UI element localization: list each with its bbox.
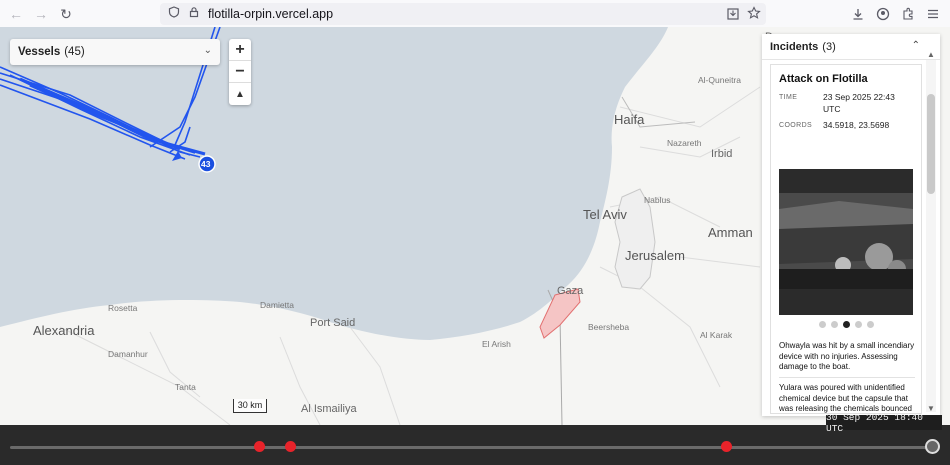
incident-card[interactable]: Attack on Flotilla TIME 23 Sep 2025 22:4… [770, 64, 922, 416]
map-label-irbid: Irbid [711, 148, 733, 160]
incident-description-1: Ohwayla was hit by a small incendiary de… [779, 341, 915, 371]
zoom-out-button[interactable]: − [229, 61, 251, 83]
back-icon[interactable]: ← [4, 2, 28, 26]
vessels-count: (45) [64, 46, 85, 58]
map-label-beersheba: Beersheba [588, 322, 630, 332]
zoom-controls: + − ▲ [229, 39, 251, 105]
vessels-title: Vessels [18, 46, 61, 58]
map-label-gaza: Gaza [557, 285, 584, 297]
map-label-al-karak: Al Karak [700, 330, 733, 340]
bookmark-star-icon[interactable] [747, 6, 761, 25]
incidents-panel: Incidents (3) ⌃ Attack on Flotilla TIME … [762, 34, 940, 416]
incident-marker[interactable] [285, 441, 296, 452]
carousel-dot-2[interactable] [830, 321, 838, 328]
incidents-title: Incidents [770, 40, 819, 53]
cluster-count[interactable]: 43 [201, 159, 210, 169]
map-label-rosetta: Rosetta [108, 303, 138, 313]
incident-marker[interactable] [254, 441, 265, 452]
map-label-damietta: Damietta [260, 300, 295, 310]
scroll-up-icon[interactable]: ▲ [926, 50, 936, 59]
map-label-el-arish: El Arish [482, 339, 511, 349]
incident-title: Attack on Flotilla [779, 73, 868, 85]
incident-photo[interactable] [779, 169, 913, 315]
map-label-damanhur: Damanhur [108, 349, 148, 359]
time-label: TIME [779, 94, 798, 101]
shield-icon[interactable] [168, 5, 180, 23]
map-label-al-quneitra: Al-Quneitra [698, 75, 741, 85]
vessels-dropdown[interactable]: Vessels (45) ⌄ [10, 39, 220, 65]
carousel-dot-1[interactable] [818, 321, 826, 328]
map-label-amman: Amman [708, 225, 753, 240]
chevron-up-icon[interactable]: ⌃ [912, 40, 920, 51]
forward-icon[interactable]: → [29, 2, 53, 26]
map-label-alexandria: Alexandria [33, 323, 95, 338]
map-label-nazareth: Nazareth [667, 138, 702, 148]
map-label-al-ismailiya: Al Ismailiya [301, 403, 357, 415]
coords-value: 34.5918, 23.5698 [823, 120, 890, 130]
map-label-nablus: Nablus [644, 195, 671, 205]
url-bar[interactable]: flotilla-orpin.vercel.app [160, 3, 766, 25]
reader-view-icon[interactable] [726, 7, 740, 26]
timeline-track[interactable] [10, 446, 928, 449]
time-value: 23 Sep 2025 22:43 UTC [823, 92, 895, 114]
lock-icon[interactable] [188, 5, 200, 23]
chevron-down-icon[interactable]: ⌄ [204, 45, 212, 56]
incidents-count: (3) [822, 40, 836, 53]
url-text[interactable]: flotilla-orpin.vercel.app [208, 7, 333, 21]
carousel-dot-5[interactable] [866, 321, 874, 328]
scrollbar-thumb[interactable] [927, 94, 935, 194]
incident-coords-row: COORDS 34.5918, 23.5698 [779, 119, 913, 132]
photo-carousel-dots [779, 321, 913, 328]
timeline-current-time: 30 Sep 2025 18:40 UTC [826, 412, 942, 434]
menu-icon[interactable] [922, 3, 944, 25]
download-icon[interactable] [847, 3, 869, 25]
account-icon[interactable] [872, 3, 894, 25]
coords-label: COORDS [779, 122, 813, 129]
zoom-in-button[interactable]: + [229, 39, 251, 61]
map-label-tanta: Tanta [175, 382, 196, 392]
reload-icon[interactable]: ↻ [54, 2, 78, 26]
description-divider [779, 377, 915, 378]
incident-time-row: TIME 23 Sep 2025 22:43 UTC [779, 91, 913, 115]
map-label-port-said: Port Said [310, 317, 356, 329]
incident-marker[interactable] [721, 441, 732, 452]
incidents-header[interactable]: Incidents (3) ⌃ [762, 34, 940, 60]
carousel-dot-3[interactable] [842, 321, 850, 328]
map-label-jerusalem: Jerusalem [625, 248, 685, 263]
browser-toolbar: ← → ↻ flotilla-orpin.vercel.app [0, 0, 950, 27]
timeline-handle[interactable] [925, 439, 940, 454]
map-label-tel-aviv: Tel Aviv [583, 207, 627, 222]
timeline-bar [0, 425, 950, 465]
extensions-icon[interactable] [897, 3, 919, 25]
scale-bar: 30 km [233, 399, 267, 413]
compass-reset-button[interactable]: ▲ [229, 83, 251, 105]
incidents-scrollbar[interactable] [926, 60, 936, 412]
map-label-haifa: Haifa [614, 112, 645, 127]
carousel-dot-4[interactable] [854, 321, 862, 328]
